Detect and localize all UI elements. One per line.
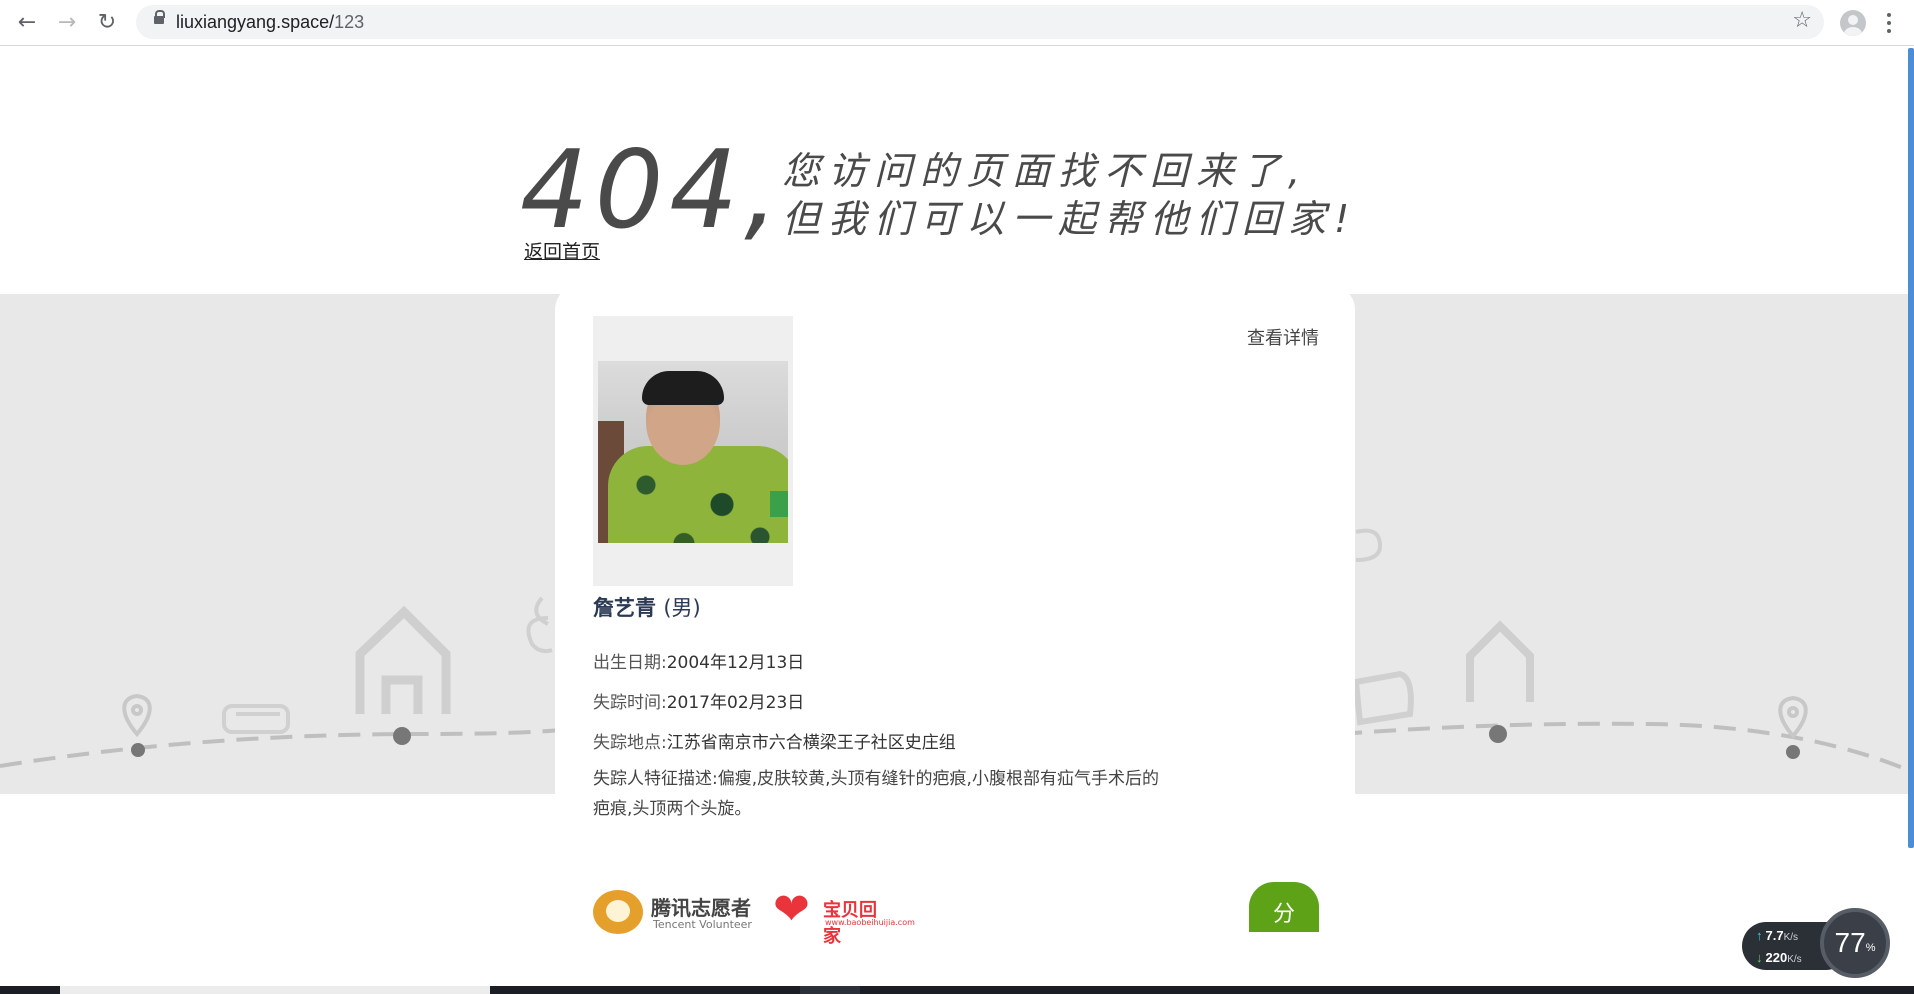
download-speed: ↓ 220K/s: [1756, 950, 1802, 965]
download-arrow-icon: ↓: [1756, 950, 1763, 965]
tencent-badge-icon: [593, 890, 643, 934]
address-bar[interactable]: liuxiangyang.space/123 ☆: [136, 5, 1824, 39]
missing-time-value: 2017年02月23日: [666, 693, 805, 713]
view-details-link[interactable]: 查看详情: [1247, 324, 1319, 350]
url-text[interactable]: liuxiangyang.space/123: [176, 12, 364, 33]
scrollbar[interactable]: [1908, 48, 1914, 848]
profile-avatar-icon[interactable]: [1840, 10, 1866, 36]
network-speed-widget[interactable]: ↑ 7.7K/s ↓ 220K/s 77%: [1742, 908, 1896, 978]
missing-place-value: 江苏省南京市六合横梁王子社区史庄组: [666, 733, 956, 753]
birth-date-label: 出生日期:: [593, 653, 667, 673]
person-name-text: 詹艺青: [593, 596, 656, 620]
birth-date-value: 2004年12月13日: [666, 653, 805, 673]
map-pin-icon: [1778, 695, 1808, 740]
missing-place-label: 失踪地点:: [593, 733, 667, 753]
missing-time-label: 失踪时间:: [593, 693, 667, 713]
usage-percent-dial: 77%: [1820, 908, 1890, 978]
taskbar: [0, 986, 1914, 994]
error-code: 404,: [520, 128, 785, 253]
house-icon: [1466, 620, 1534, 702]
tencent-volunteer-logo[interactable]: 腾讯志愿者 Tencent Volunteer: [593, 886, 758, 934]
error-hero: 404, 您访问的页面找不回来了, 但我们可以一起帮他们回家!: [520, 128, 1400, 253]
location-dot-icon: [131, 743, 145, 757]
heart-icon: ❤: [773, 884, 810, 935]
error-message-line2: 但我们可以一起帮他们回家!: [782, 197, 1358, 241]
person-name: 詹艺青 (男): [593, 592, 701, 622]
share-button[interactable]: 分: [1249, 882, 1319, 932]
map-pin-icon: [122, 693, 152, 738]
bus-icon: [222, 704, 290, 734]
missing-place-row: 失踪地点:江苏省南京市六合横梁王子社区史庄组: [593, 728, 956, 753]
back-arrow-icon[interactable]: ←: [12, 8, 42, 38]
browser-toolbar: ← → ↻ liuxiangyang.space/123 ☆: [0, 0, 1914, 46]
upload-arrow-icon: ↑: [1756, 928, 1763, 943]
person-description: 失踪人特征描述:偏瘦,皮肤较黄,头顶有缝针的疤痕,小腹根部有疝气手术后的疤痕,头…: [593, 769, 1159, 819]
birth-date-row: 出生日期:2004年12月13日: [593, 648, 804, 673]
person-photo-frame: [593, 316, 793, 586]
lock-icon[interactable]: [154, 10, 165, 24]
forward-arrow-icon[interactable]: →: [52, 8, 82, 38]
bookmark-star-icon[interactable]: ☆: [1792, 8, 1812, 33]
house-icon: [355, 605, 451, 714]
missing-time-row: 失踪时间:2017年02月23日: [593, 688, 804, 713]
person-photo[interactable]: [598, 361, 788, 543]
reload-icon[interactable]: ↻: [92, 8, 122, 38]
upload-speed: ↑ 7.7K/s: [1756, 928, 1799, 943]
bus-icon: [1352, 670, 1414, 726]
missing-person-card: 查看详情 詹艺青 (男) 出生日期:2004年12月13日 失踪时间:2017年…: [555, 284, 1355, 964]
back-home-link[interactable]: 返回首页: [524, 237, 600, 264]
error-message-line1: 您访问的页面找不回来了,: [782, 149, 1309, 193]
baobeihuijia-logo[interactable]: ❤ 宝贝回家 www.baobeihuijia.com: [773, 884, 915, 948]
person-gender: (男): [663, 596, 701, 620]
menu-kebab-icon[interactable]: [1882, 8, 1896, 38]
